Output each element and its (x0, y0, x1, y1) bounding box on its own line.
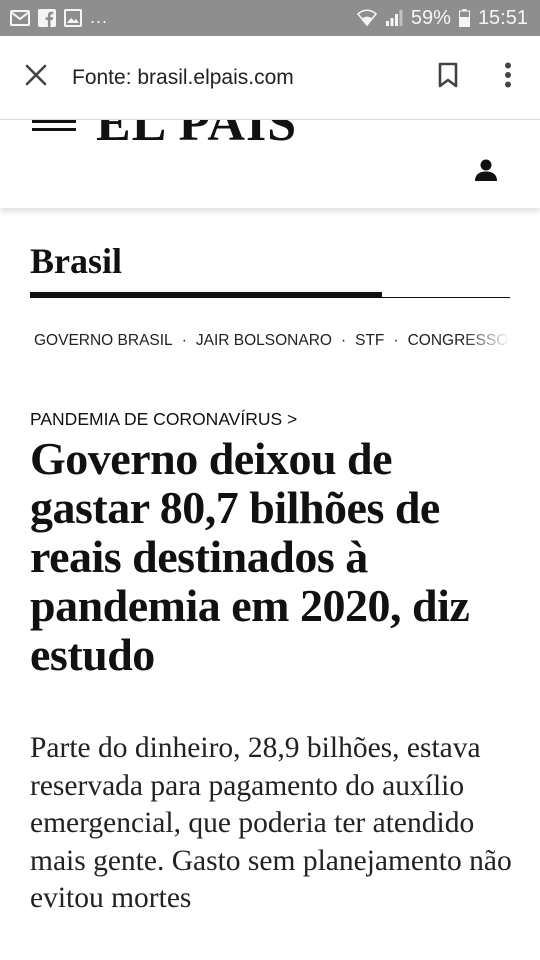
tag-separator: · (393, 332, 399, 349)
source-url: Fonte: brasil.elpais.com (72, 65, 294, 89)
more-vert-icon (504, 62, 512, 93)
bookmark-icon (438, 62, 458, 93)
image-icon (64, 9, 82, 27)
battery-percent: 59% (410, 6, 451, 29)
tag-jair-bolsonaro[interactable]: JAIR BOLSONARO (196, 332, 332, 350)
section-divider-accent (30, 292, 382, 298)
status-bar: ... 59% 15:51 (0, 0, 540, 36)
article-standfirst: Parte do dinheiro, 28,9 bilhões, estava … (30, 732, 512, 914)
tag-separator: · (181, 332, 187, 349)
article-headline: Governo deixou de gastar 80,7 bilhões de… (30, 433, 470, 680)
site-logo[interactable]: EL PAÍS (96, 120, 297, 153)
browser-toolbar: Fonte: brasil.elpais.com (0, 36, 540, 120)
tag-stf[interactable]: STF (355, 332, 384, 350)
notification-overflow: ... (90, 6, 109, 27)
close-button[interactable] (0, 36, 72, 120)
wifi-icon (356, 9, 377, 27)
section-tags-nav: GOVERNO BRASIL · JAIR BOLSONARO · STF · CONGRE… (34, 332, 510, 356)
bookmark-button[interactable] (420, 36, 476, 120)
close-icon (25, 64, 47, 91)
tag-governo-brasil[interactable]: GOVERNO BRASIL (34, 332, 173, 350)
article-kicker[interactable]: PANDEMIA DE CORONAVÍRUS > (30, 409, 297, 430)
battery-icon (458, 9, 470, 27)
facebook-icon (38, 9, 56, 27)
status-right: 59% 15:51 (356, 6, 528, 30)
site-header: EL PAÍS (0, 120, 540, 208)
signal-icon (385, 9, 403, 27)
more-options-button[interactable] (476, 36, 540, 120)
section-title[interactable]: Brasil (30, 240, 122, 282)
mail-icon (10, 10, 30, 26)
tag-separator: · (340, 332, 347, 349)
status-left: ... (10, 6, 109, 28)
user-account-button[interactable] (470, 156, 502, 188)
tag-congresso-nacional[interactable]: CONGRESSO NACIONAL (408, 332, 510, 350)
menu-icon[interactable] (32, 120, 76, 132)
user-icon (474, 158, 498, 187)
clock: 15:51 (477, 6, 528, 29)
